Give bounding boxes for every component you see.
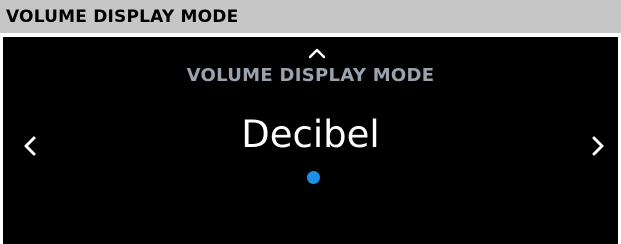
chevron-right-icon[interactable] bbox=[591, 135, 605, 157]
chevron-up-icon[interactable] bbox=[308, 47, 326, 59]
header-bar: VOLUME DISPLAY MODE bbox=[0, 0, 621, 33]
page-indicator-dot bbox=[307, 171, 320, 184]
device-screen: VOLUME DISPLAY MODE Decibel bbox=[3, 37, 618, 244]
setting-value: Decibel bbox=[241, 113, 380, 156]
setting-title: VOLUME DISPLAY MODE bbox=[186, 65, 435, 86]
header-title: VOLUME DISPLAY MODE bbox=[6, 7, 239, 27]
